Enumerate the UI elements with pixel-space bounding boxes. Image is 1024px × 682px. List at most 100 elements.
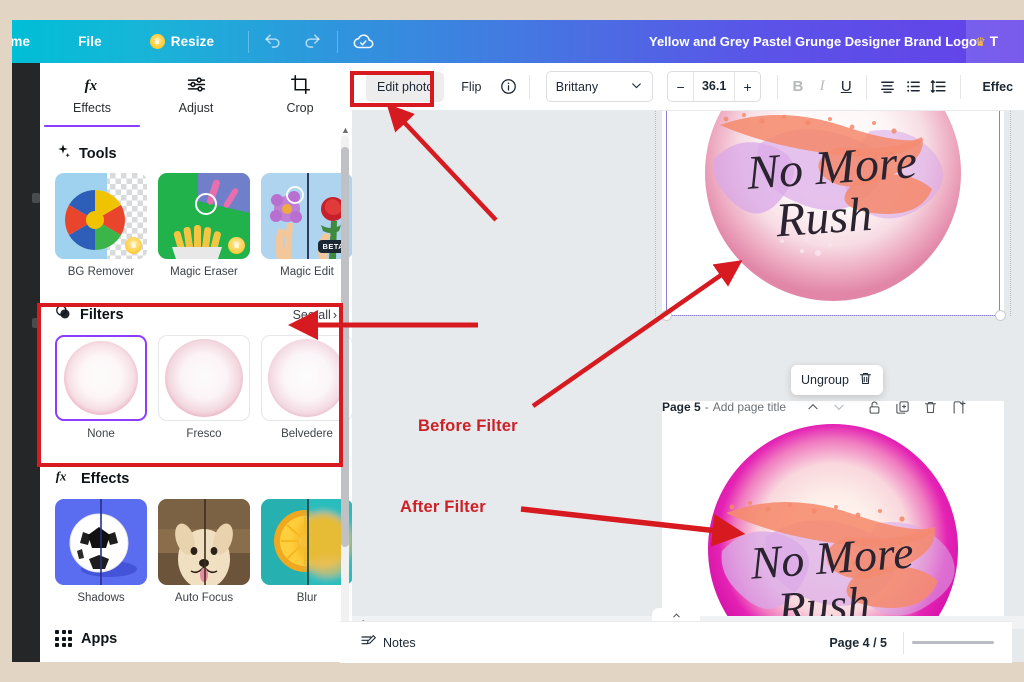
flip-button[interactable]: Flip <box>450 72 492 102</box>
font-size-stepper[interactable]: − 36.1 + <box>667 71 762 102</box>
rail-handle-1[interactable] <box>32 193 40 203</box>
cloud-check-icon[interactable] <box>346 25 380 59</box>
pro-badge-icon: ♛ <box>125 237 142 254</box>
document-title[interactable]: Yellow and Grey Pastel Grunge Designer B… <box>649 20 977 63</box>
redo-icon[interactable] <box>295 25 329 59</box>
tab-adjust[interactable]: Adjust <box>144 63 248 125</box>
effect-label: Blur <box>296 592 318 604</box>
annotation-before-filter: Before Filter <box>418 417 518 435</box>
tool-magic-eraser[interactable]: ♛ Magic Eraser <box>158 173 250 278</box>
filter-preview-circle <box>64 341 138 415</box>
grid-icon <box>55 630 72 647</box>
page-title-input[interactable]: Add page title <box>713 400 786 414</box>
selection-handle-bottom-right[interactable] <box>995 310 1006 321</box>
bullet-list-icon[interactable] <box>904 73 924 101</box>
apps-title: Apps <box>81 630 118 647</box>
effects-button[interactable]: Effec <box>971 72 1024 102</box>
add-page-icon[interactable] <box>944 396 972 418</box>
svg-text:fx: fx <box>56 470 67 484</box>
duplicate-page-icon[interactable] <box>888 396 916 418</box>
italic-button[interactable]: I <box>813 78 831 95</box>
filters-see-all-link[interactable]: See all › <box>293 308 337 322</box>
filters-title: Filters <box>80 307 124 323</box>
filter-label: Fresco <box>186 428 222 440</box>
nav-home-button[interactable]: ome <box>12 34 36 49</box>
tab-crop[interactable]: Crop <box>248 63 352 125</box>
page-count-label: Page 4 / 5 <box>829 635 887 650</box>
filter-label: None <box>87 428 115 440</box>
selection-guide-bottom <box>666 315 1000 316</box>
canvas-area: Edit photo Flip Brittany − 36.1 + B I U <box>352 63 1024 662</box>
nav-resize-button[interactable]: ♛ Resize <box>149 34 214 49</box>
chevron-right-icon: › <box>332 308 337 322</box>
page-5-canvas[interactable]: No More Rush <box>662 401 1004 641</box>
left-editor-panel: fx Effects Adjust Crop Tools ♛ BG Remove… <box>40 63 352 662</box>
collapse-nub[interactable] <box>652 608 700 622</box>
page-number-label: Page 5 <box>662 400 701 414</box>
bg-remover-thumbnail: ♛ <box>55 173 147 259</box>
try-pro-button[interactable]: ♛ T <box>966 20 1024 63</box>
auto-focus-thumbnail <box>158 499 250 585</box>
tool-magic-edit[interactable]: BETA Magic Edit <box>261 173 352 278</box>
tool-bg-remover[interactable]: ♛ BG Remover <box>55 173 147 278</box>
panel-scrollbar-thumb[interactable] <box>341 147 349 547</box>
tab-effects-label: Effects <box>73 100 111 115</box>
info-icon[interactable] <box>498 73 518 101</box>
tools-title: Tools <box>79 145 117 162</box>
move-page-down-icon[interactable] <box>826 400 852 414</box>
filters-thumbnail-row: None Fresco Belvedere <box>55 335 352 440</box>
rail-handle-2[interactable] <box>32 318 40 328</box>
tools-thumbnail-row: ♛ BG Remover ♛ Magic Eraser BETA Magic E… <box>55 173 352 278</box>
crop-icon <box>290 74 311 96</box>
collapse-panel-tab[interactable] <box>340 608 1012 622</box>
font-family-select[interactable]: Brittany <box>545 71 654 102</box>
app-window: ome File ♛ Resize Yellow and Grey Pastel… <box>12 20 1024 662</box>
page-4-canvas[interactable]: No More Rush <box>662 111 1004 315</box>
text-align-icon[interactable] <box>878 73 898 101</box>
tab-effects[interactable]: fx Effects <box>40 63 144 127</box>
filter-preview-circle <box>165 339 243 417</box>
bold-button[interactable]: B <box>789 78 807 95</box>
ungroup-label: Ungroup <box>801 373 849 387</box>
tool-label: Magic Edit <box>280 266 334 278</box>
underline-button[interactable]: U <box>837 78 855 95</box>
zoom-slider[interactable] <box>912 641 994 644</box>
panel-scrollbar-track[interactable] <box>341 135 349 645</box>
undo-icon[interactable] <box>255 25 289 59</box>
lock-icon[interactable] <box>860 396 888 418</box>
toolbar-divider-2 <box>777 74 778 99</box>
nav-file-menu[interactable]: File <box>72 34 108 49</box>
nav-divider-2 <box>337 30 339 53</box>
effects-title: Effects <box>81 470 130 487</box>
ungroup-popup[interactable]: Ungroup <box>791 365 883 395</box>
delete-page-icon[interactable] <box>916 396 944 418</box>
selection-guide-left <box>655 111 656 316</box>
trash-icon[interactable] <box>858 371 873 389</box>
font-size-decrease[interactable]: − <box>668 79 693 95</box>
notes-button[interactable]: Notes <box>360 633 416 652</box>
chevron-down-icon <box>630 79 643 95</box>
selection-handle-bottom-left[interactable] <box>661 310 672 321</box>
line-spacing-icon[interactable] <box>929 73 949 101</box>
font-size-value[interactable]: 36.1 <box>693 72 736 101</box>
filter-belvedere-thumbnail <box>261 335 352 421</box>
font-name-value: Brittany <box>555 79 599 94</box>
edit-photo-button[interactable]: Edit photo <box>366 71 445 102</box>
effect-label: Auto Focus <box>174 592 234 604</box>
apps-section-header[interactable]: Apps <box>55 630 337 647</box>
filters-section-header: Filters See all › <box>55 304 337 326</box>
nav-divider <box>248 30 250 53</box>
effect-auto-focus[interactable]: Auto Focus <box>158 499 250 604</box>
effect-blur[interactable]: Blur <box>261 499 352 604</box>
filter-none[interactable]: None <box>55 335 147 440</box>
effect-shadows[interactable]: Shadows <box>55 499 147 604</box>
svg-text:Rush: Rush <box>773 188 873 248</box>
magic-edit-thumbnail: BETA <box>261 173 352 259</box>
move-page-up-icon[interactable] <box>800 400 826 414</box>
scroll-up-arrow[interactable]: ▲ <box>341 125 350 135</box>
filter-fresco[interactable]: Fresco <box>158 335 250 440</box>
filter-fresco-thumbnail <box>158 335 250 421</box>
font-size-increase[interactable]: + <box>735 79 760 95</box>
filter-belvedere[interactable]: Belvedere <box>261 335 352 440</box>
editor-toolbar: Edit photo Flip Brittany − 36.1 + B I U <box>352 63 1024 111</box>
